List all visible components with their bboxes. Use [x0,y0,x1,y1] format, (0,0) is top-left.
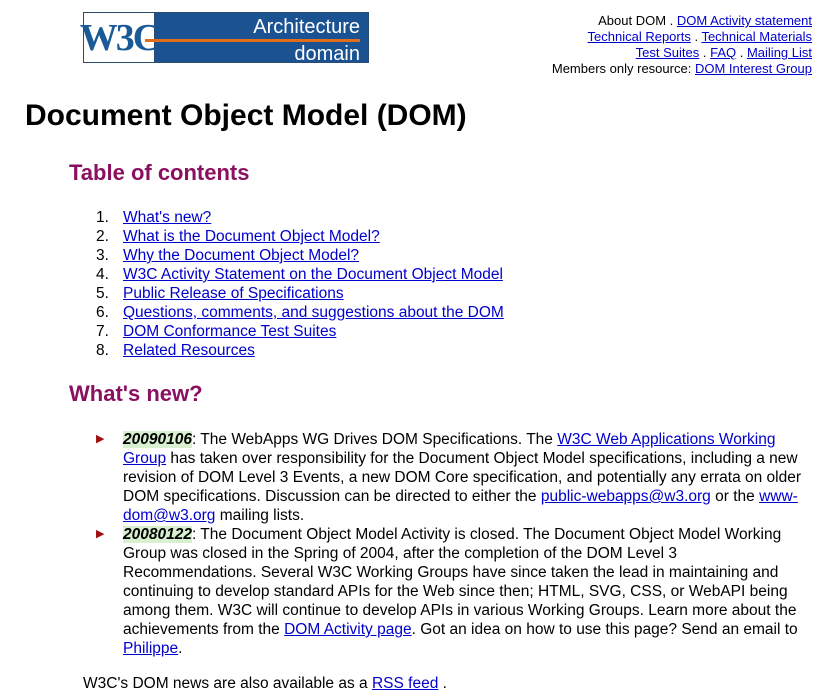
toc-link-questions[interactable]: Questions, comments, and suggestions abo… [123,303,504,322]
toc-heading: Table of contents [69,160,250,185]
toc-link-why-dom[interactable]: Why the Document Object Model? [123,246,359,265]
toc-item: 7. DOM Conformance Test Suites [96,322,337,341]
test-suites-link[interactable]: Test Suites [636,45,700,60]
mailing-list-link[interactable]: Mailing List [747,45,812,60]
public-webapps-link[interactable]: public-webapps@w3.org [541,488,711,505]
interest-group-link[interactable]: DOM Interest Group [695,61,812,76]
toc-item: 4. W3C Activity Statement on the Document… [96,265,503,284]
toc-item: 5. Public Release of Specifications [96,284,344,303]
toc-link-related-resources[interactable]: Related Resources [123,341,255,360]
logo-line1: Architecture [253,16,360,38]
dom-activity-page-link[interactable]: DOM Activity page [284,621,412,638]
toc-item: 2. What is the Document Object Model? [96,227,380,246]
toc-link-activity-statement[interactable]: W3C Activity Statement on the Document O… [123,265,503,284]
news-item: ▶ 20080122: The Document Object Model Ac… [96,525,808,658]
philippe-link[interactable]: Philippe [123,640,178,657]
news-date: 20090106 [123,431,192,448]
about-dom-label: About DOM [598,13,667,28]
toc-item: 1. What's new? [96,208,212,227]
news-item-body: 20080122: The Document Object Model Acti… [123,526,798,657]
triangle-right-icon: ▶ [96,528,105,540]
news-item-body: 20090106: The WebApps WG Drives DOM Spec… [123,431,802,524]
members-only-label: Members only resource: [551,61,692,76]
toc-item: 8. Related Resources [96,341,255,360]
technical-reports-link[interactable]: Technical Reports [588,29,691,44]
toc-link-test-suites[interactable]: DOM Conformance Test Suites [123,322,336,341]
news-item: ▶ 20090106: The WebApps WG Drives DOM Sp… [96,430,808,525]
page-title: Document Object Model (DOM) [25,99,467,132]
activity-statement-link[interactable]: DOM Activity statement [677,13,812,28]
logo-divider [145,39,360,42]
toc-link-public-release[interactable]: Public Release of Specifications [123,284,344,303]
faq-link[interactable]: FAQ [710,45,736,60]
rss-feed-link[interactable]: RSS feed [372,675,438,692]
technical-materials-link[interactable]: Technical Materials [701,29,812,44]
toc-link-what-is-dom[interactable]: What is the Document Object Model? [123,227,380,246]
toc-link-whats-new[interactable]: What's new? [123,208,211,227]
news-date: 20080122 [123,526,192,543]
w3c-logo-mark: W3C [80,13,160,62]
architecture-domain-banner: Architecture domain [145,13,368,65]
toc-item: 6. Questions, comments, and suggestions a… [96,303,504,322]
whats-new-heading: What's new? [69,381,203,406]
logo-line2: domain [294,43,360,65]
top-navigation: About DOM . DOM Activity statement Techn… [551,13,812,76]
toc-item: 3. Why the Document Object Model? [96,246,360,265]
news-list: ▶ 20090106: The WebApps WG Drives DOM Sp… [96,430,808,658]
w3c-architecture-logo[interactable]: W3C Architecture domain [80,12,369,65]
triangle-right-icon: ▶ [96,433,105,445]
table-of-contents: 1. What's new? 2. What is the Document Obj… [96,208,504,360]
rss-notice: W3C's DOM news are also available as a R… [83,675,447,692]
